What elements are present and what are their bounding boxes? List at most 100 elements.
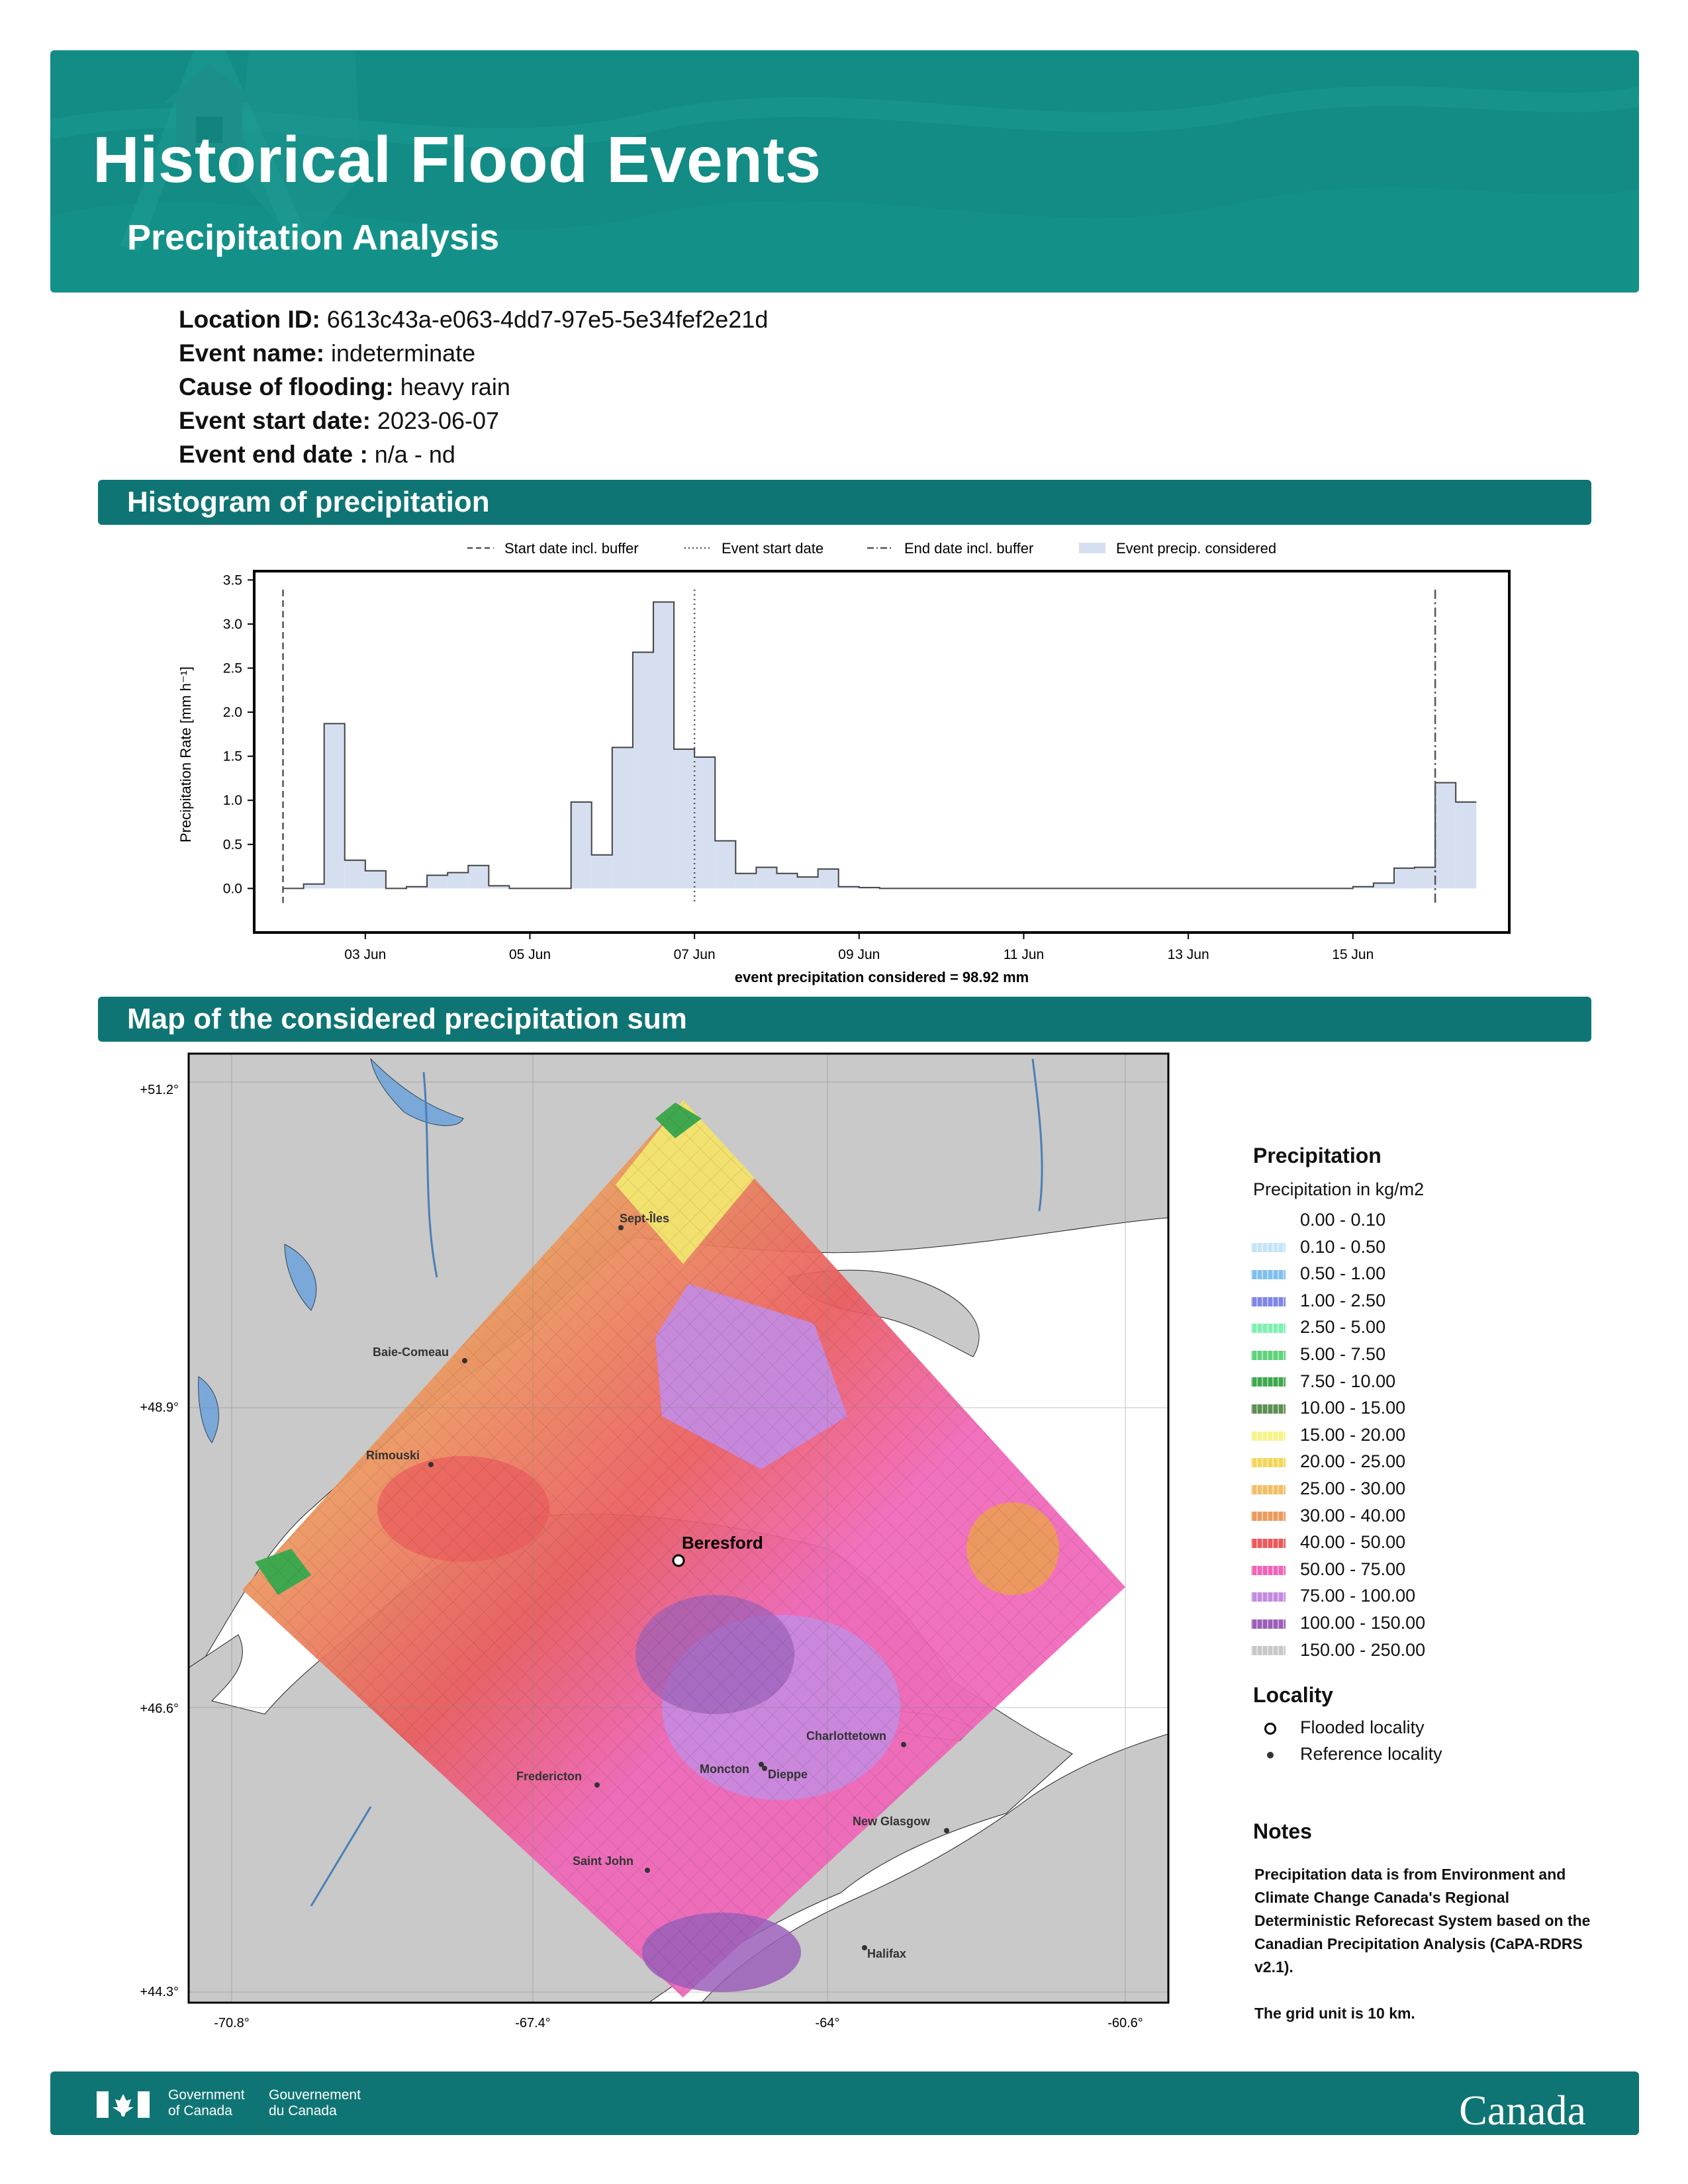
precip-legend-row: 15.00 - 20.00 <box>1251 1422 1405 1448</box>
precipitation-map: +51.2° +48.9° +46.6° +44.3° -70.8° -67.4… <box>140 1052 1170 2030</box>
precip-legend-row: 2.50 - 5.00 <box>1251 1314 1385 1340</box>
notes-text: Precipitation data is from Environment a… <box>1254 1863 1599 2025</box>
precip-legend-swatch <box>1251 1431 1286 1441</box>
gov-en-line: Government <box>168 2087 245 2103</box>
reference-locality-label: Saint John <box>573 1854 633 1868</box>
precip-legend-swatch <box>1251 1377 1286 1387</box>
precip-legend-label: 30.00 - 40.00 <box>1300 1505 1406 1525</box>
histogram-bar <box>591 854 612 889</box>
precip-legend-row: 40.00 - 50.00 <box>1251 1529 1405 1555</box>
y-tick-label: 3.0 <box>223 617 242 632</box>
precip-legend-label: 7.50 - 10.00 <box>1300 1371 1396 1391</box>
reference-locality-marker <box>645 1868 650 1873</box>
legend-label: Event precip. considered <box>1116 540 1276 557</box>
precip-legend-swatch <box>1251 1324 1286 1334</box>
event-name-value: indeterminate <box>331 340 476 367</box>
precip-legend-label: 1.00 - 2.50 <box>1300 1290 1386 1310</box>
histogram-bar <box>344 860 365 889</box>
precip-legend-row: 100.00 - 150.00 <box>1251 1610 1425 1636</box>
legend-label: End date incl. buffer <box>904 540 1033 557</box>
precip-legend-swatch <box>1251 1458 1286 1468</box>
page-title: Historical Flood Events <box>93 123 821 196</box>
precip-legend-swatch <box>1251 1216 1286 1226</box>
chart-legend: Start date incl. buffer Event start date E… <box>467 540 1276 557</box>
precip-legend-swatch <box>1251 1592 1286 1602</box>
location-id-row: Location ID: 6613c43a-e063-4dd7-97e5-5e34… <box>179 306 768 334</box>
reference-locality-label: Baie-Comeau <box>373 1345 449 1359</box>
histogram-bar <box>735 873 757 889</box>
precip-legend-row: 7.50 - 10.00 <box>1251 1368 1395 1394</box>
locality-legend-title: Locality <box>1253 1683 1333 1707</box>
precip-legend-swatch <box>1251 1565 1286 1575</box>
map-section-header: Map of the considered precipitation sum <box>98 997 1591 1042</box>
precip-legend-label: 15.00 - 20.00 <box>1300 1424 1406 1445</box>
reference-locality-label: Moncton <box>700 1762 749 1776</box>
gov-fr-line: du Canada <box>269 2103 337 2118</box>
precip-legend-row: 10.00 - 15.00 <box>1251 1394 1405 1421</box>
histogram-bar <box>427 875 448 889</box>
reference-locality-label: Dieppe <box>768 1768 808 1781</box>
precip-legend-row: 1.00 - 2.50 <box>1251 1287 1385 1314</box>
precip-legend-row: 0.50 - 1.00 <box>1251 1260 1385 1287</box>
precip-legend-row: 50.00 - 75.00 <box>1251 1556 1405 1582</box>
end-date-value: n/a - nd <box>374 441 455 468</box>
histogram-bar <box>694 756 716 889</box>
histogram-bar <box>776 873 798 889</box>
precip-legend-label: 10.00 - 15.00 <box>1300 1398 1406 1418</box>
event-name-label: Event name: <box>179 340 325 367</box>
precip-legend-swatch <box>1251 1243 1286 1253</box>
precip-legend-label: 40.00 - 50.00 <box>1300 1532 1406 1553</box>
start-date-row: Event start date: 2023-06-07 <box>179 407 499 435</box>
gov-en-line: of Canada <box>168 2103 232 2118</box>
histogram-bar <box>756 867 777 889</box>
x-axis-label: event precipitation considered = 98.92 m… <box>735 969 1029 985</box>
precip-legend-row: 150.00 - 250.00 <box>1251 1637 1425 1663</box>
reference-locality-marker <box>901 1742 906 1747</box>
histogram-bar <box>1456 801 1477 889</box>
x-tick-label: 03 Jun <box>344 947 386 962</box>
legend-label: Start date incl. buffer <box>504 540 639 557</box>
x-tick-label: 13 Jun <box>1168 947 1209 962</box>
flooded-locality-legend-icon <box>1264 1722 1276 1735</box>
y-tick-label: 3.5 <box>223 572 242 588</box>
map-canvas <box>189 1054 1168 2003</box>
reference-locality-marker <box>862 1945 867 1950</box>
lat-label: +44.3° <box>140 1985 179 1999</box>
cause-value: heavy rain <box>400 373 510 400</box>
precip-legend-row: 5.00 - 7.50 <box>1251 1341 1385 1367</box>
y-tick-label: 0.0 <box>223 881 242 896</box>
histogram-bar <box>674 749 695 889</box>
notes-paragraph: The grid unit is 10 km. <box>1254 2005 1415 2022</box>
precip-legend-subtitle: Precipitation in kg/m2 <box>1253 1179 1425 1199</box>
precipitation-histogram: Start date incl. buffer Event start date E… <box>177 540 1511 985</box>
precip-legend-label: 0.00 - 0.10 <box>1300 1210 1386 1230</box>
x-tick-label: 15 Jun <box>1332 947 1374 962</box>
lat-label: +48.9° <box>140 1400 179 1415</box>
histogram-bar <box>365 870 386 889</box>
precip-legend-swatch <box>1251 1484 1286 1494</box>
y-axis: 0.0 0.5 1.0 1.5 2.0 2.5 3.0 3.5 <box>223 572 254 896</box>
gov-en: Government of Canada <box>168 2087 245 2119</box>
precip-legend-label: 5.00 - 7.50 <box>1300 1344 1386 1364</box>
histogram-bar <box>1415 867 1436 889</box>
y-tick-label: 1.5 <box>223 749 242 764</box>
histogram-bar <box>468 865 489 889</box>
precip-legend-row: 75.00 - 100.00 <box>1251 1582 1415 1609</box>
notes-title: Notes <box>1253 1819 1312 1843</box>
lon-label: -60.6° <box>1107 2016 1143 2030</box>
end-date-row: Event end date : n/a - nd <box>179 441 455 469</box>
precip-legend-swatch <box>1251 1512 1286 1522</box>
reference-locality-label: Halifax <box>867 1947 906 1960</box>
start-date-label: Event start date: <box>179 407 371 434</box>
end-date-label: Event end date : <box>179 441 368 468</box>
reference-locality-label: Fredericton <box>516 1770 582 1783</box>
y-tick-label: 1.0 <box>223 793 242 808</box>
y-tick-label: 2.5 <box>223 660 242 676</box>
reference-locality-legend-icon <box>1267 1751 1274 1758</box>
precip-legend-swatch <box>1251 1404 1286 1414</box>
reference-locality-label: Rimouski <box>366 1449 420 1462</box>
precip-legend-label: 150.00 - 250.00 <box>1300 1639 1426 1660</box>
x-axis: 03 Jun 05 Jun 07 Jun 09 Jun 11 Jun 13 Jun 15 J… <box>344 933 1374 962</box>
cause-row: Cause of flooding: heavy rain <box>179 373 510 401</box>
page-subtitle: Precipitation Analysis <box>127 218 500 257</box>
